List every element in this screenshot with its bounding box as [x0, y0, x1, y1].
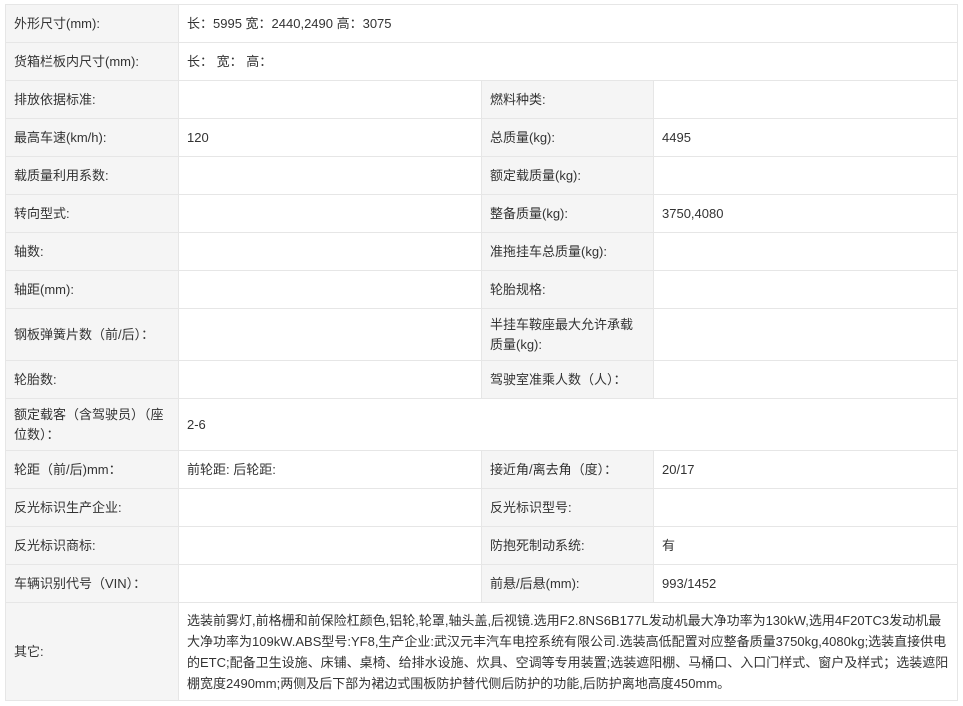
spec-value: [652, 232, 959, 271]
spec-value: [178, 156, 482, 195]
spec-value: [178, 270, 482, 309]
spec-value: 120: [178, 118, 482, 157]
spec-label: 轮距（前/后)mm：: [5, 450, 179, 489]
spec-label: 载质量利用系数:: [5, 156, 179, 195]
table-row: 排放依据标准: 燃料种类:: [5, 80, 959, 119]
spec-label: 反光标识型号:: [481, 488, 654, 527]
table-row: 轴数: 准拖挂车总质量(kg):: [5, 232, 959, 271]
spec-label: 驾驶室准乘人数（人）：: [481, 360, 654, 399]
spec-value: [652, 156, 959, 195]
spec-label: 轮胎规格:: [481, 270, 654, 309]
table-row: 轴距(mm): 轮胎规格:: [5, 270, 959, 309]
spec-label: 排放依据标准:: [5, 80, 179, 119]
table-row: 货箱栏板内尺寸(mm): 长： 宽： 高：: [5, 42, 959, 81]
table-row: 最高车速(km/h): 120 总质量(kg): 4495: [5, 118, 959, 157]
spec-label: 反光标识生产企业:: [5, 488, 179, 527]
spec-value: [178, 360, 482, 399]
spec-value: 长： 宽： 高：: [177, 42, 959, 81]
table-row: 额定载客（含驾驶员）（座位数）： 2-6: [5, 398, 959, 451]
spec-value: [652, 80, 959, 119]
spec-value: [178, 80, 482, 119]
table-row: 车辆识别代号（VIN）： 前悬/后悬(mm): 993/1452: [5, 564, 959, 603]
spec-label: 总质量(kg):: [481, 118, 654, 157]
spec-value: 993/1452: [652, 564, 959, 603]
spec-label: 轮胎数:: [5, 360, 179, 399]
table-row: 反光标识生产企业: 反光标识型号:: [5, 488, 959, 527]
table-row: 轮距（前/后)mm： 前轮距: 后轮距: 接近角/离去角（度）： 20/17: [5, 450, 959, 489]
spec-label: 外形尺寸(mm):: [5, 4, 179, 43]
spec-label: 准拖挂车总质量(kg):: [481, 232, 654, 271]
spec-label: 轴数:: [5, 232, 179, 271]
spec-value: 长：5995 宽：2440,2490 高：3075: [177, 4, 959, 43]
spec-label: 转向型式:: [5, 194, 179, 233]
spec-label: 车辆识别代号（VIN）：: [5, 564, 179, 603]
spec-label: 最高车速(km/h):: [5, 118, 179, 157]
spec-value: 2-6: [177, 398, 959, 451]
spec-value: 4495: [652, 118, 959, 157]
spec-label: 整备质量(kg):: [481, 194, 654, 233]
spec-label: 半挂车鞍座最大允许承载质量(kg):: [481, 308, 654, 361]
spec-value: [178, 308, 482, 361]
spec-value: [652, 270, 959, 309]
spec-value: [178, 232, 482, 271]
spec-value: [652, 488, 959, 527]
spec-value-other: 选装前雾灯,前格栅和前保险杠颜色,铝轮,轮罩,轴头盖,后视镜.选用F2.8NS6…: [177, 602, 959, 701]
table-row: 载质量利用系数: 额定载质量(kg):: [5, 156, 959, 195]
spec-label: 其它:: [5, 602, 179, 701]
table-row: 反光标识商标: 防抱死制动系统: 有: [5, 526, 959, 565]
spec-label: 接近角/离去角（度）：: [481, 450, 654, 489]
spec-label: 前悬/后悬(mm):: [481, 564, 654, 603]
spec-label: 防抱死制动系统:: [481, 526, 654, 565]
spec-value: [178, 526, 482, 565]
spec-label: 反光标识商标:: [5, 526, 179, 565]
spec-label: 货箱栏板内尺寸(mm):: [5, 42, 179, 81]
spec-value: 前轮距: 后轮距:: [178, 450, 482, 489]
spec-label: 额定载客（含驾驶员）（座位数）：: [5, 398, 179, 451]
spec-value: [178, 488, 482, 527]
spec-label: 轴距(mm):: [5, 270, 179, 309]
table-row: 轮胎数: 驾驶室准乘人数（人）：: [5, 360, 959, 399]
spec-value: 20/17: [652, 450, 959, 489]
table-row: 钢板弹簧片数（前/后）： 半挂车鞍座最大允许承载质量(kg):: [5, 308, 959, 361]
spec-label: 燃料种类:: [481, 80, 654, 119]
spec-value: 有: [652, 526, 959, 565]
spec-value: [652, 308, 959, 361]
table-row: 转向型式: 整备质量(kg): 3750,4080: [5, 194, 959, 233]
spec-value: 3750,4080: [652, 194, 959, 233]
spec-value: [652, 360, 959, 399]
spec-value: [178, 564, 482, 603]
vehicle-spec-table: 外形尺寸(mm): 长：5995 宽：2440,2490 高：3075 货箱栏板…: [5, 4, 959, 701]
spec-label: 额定载质量(kg):: [481, 156, 654, 195]
table-row: 其它: 选装前雾灯,前格栅和前保险杠颜色,铝轮,轮罩,轴头盖,后视镜.选用F2.…: [5, 602, 959, 701]
spec-value: [178, 194, 482, 233]
vehicle-spec-panel: 外形尺寸(mm): 长：5995 宽：2440,2490 高：3075 货箱栏板…: [5, 4, 959, 701]
table-row: 外形尺寸(mm): 长：5995 宽：2440,2490 高：3075: [5, 4, 959, 43]
spec-label: 钢板弹簧片数（前/后）：: [5, 308, 179, 361]
